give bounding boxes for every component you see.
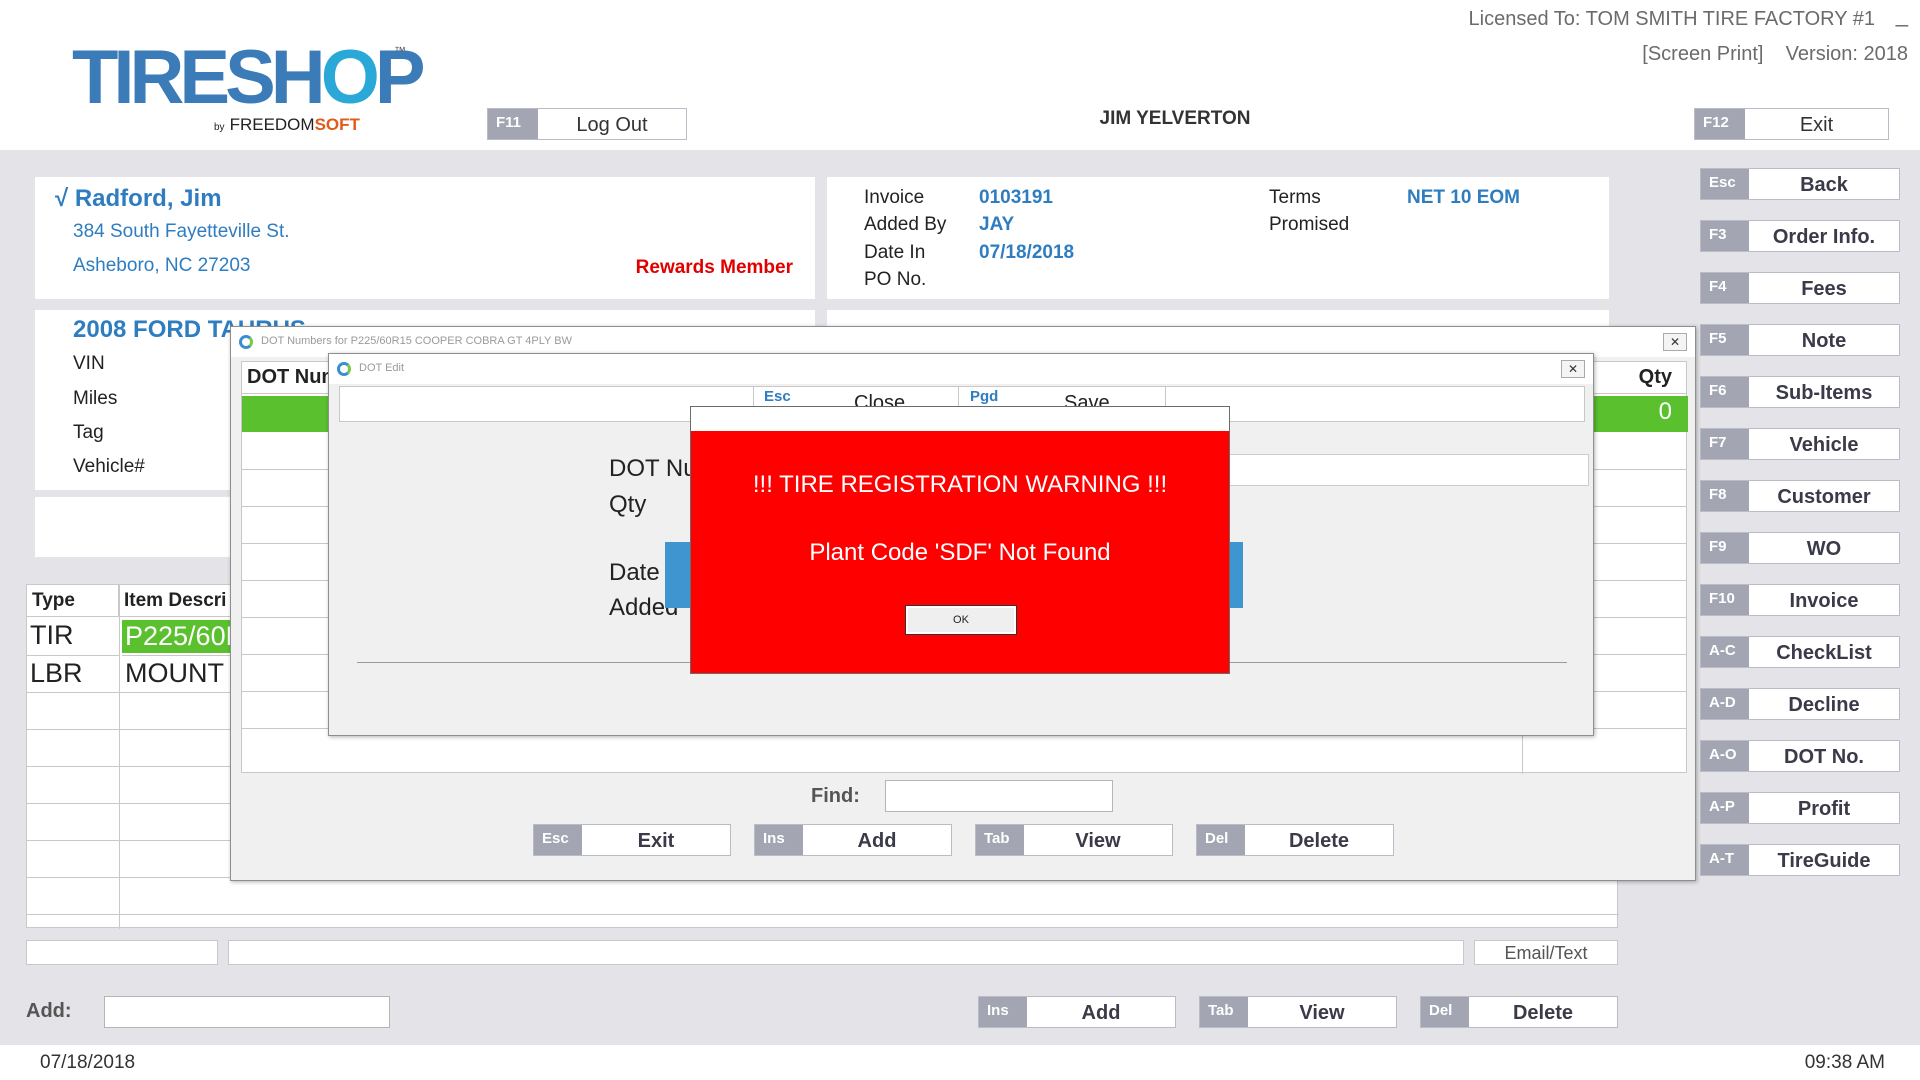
add-label: Add:: [26, 1000, 72, 1022]
table-row-type[interactable]: LBR: [27, 655, 119, 692]
sidebar-item-dot-no[interactable]: A-O DOT No.: [1700, 740, 1900, 772]
sidebar-item-tireguide[interactable]: A-T TireGuide: [1700, 844, 1900, 876]
tireshop-logo: TIRESHOP ™ by FREEDOMSOFT: [72, 35, 425, 135]
warning-titlebar[interactable]: [691, 407, 1229, 431]
sidebar-item-vehicle[interactable]: F7 Vehicle: [1700, 428, 1900, 460]
dot-delete-button[interactable]: Del Delete: [1196, 824, 1394, 856]
version-info: [Screen Print] Version: 2018: [1642, 43, 1908, 66]
sidebar-item-sub-items[interactable]: F6 Sub-Items: [1700, 376, 1900, 408]
summary-field-left: [26, 940, 218, 965]
added-by-value: JAY: [979, 214, 1015, 235]
sidebar-item-profit[interactable]: A-P Profit: [1700, 792, 1900, 824]
warning-message: Plant Code 'SDF' Not Found: [809, 539, 1111, 566]
col-header-dot-number[interactable]: DOT Num: [247, 366, 339, 389]
terms-value: NET 10 EOM: [1407, 187, 1520, 208]
view-item-button[interactable]: Tab View: [1199, 996, 1397, 1028]
rewards-badge: Rewards Member: [635, 257, 793, 278]
email-text-button[interactable]: Email/Text: [1474, 940, 1618, 965]
date-picker-edge: [1229, 542, 1243, 608]
summary-field-middle: [228, 940, 1464, 965]
vin-label: VIN: [73, 353, 105, 374]
license-text: Licensed To: TOM SMITH TIRE FACTORY #1: [1468, 8, 1875, 30]
screen-print-link[interactable]: [Screen Print]: [1642, 43, 1763, 65]
sidebar-item-back[interactable]: Esc Back: [1700, 168, 1900, 200]
current-user: JIM YELVERTON: [1099, 108, 1251, 129]
tire-registration-warning-dialog: !!! TIRE REGISTRATION WARNING !!! Plant …: [690, 406, 1230, 674]
terms-label: Terms: [1269, 187, 1321, 208]
invoice-label: Invoice: [864, 187, 925, 208]
promised-label: Promised: [1269, 214, 1350, 235]
dot-number-label: DOT Nu: [609, 455, 697, 482]
close-icon[interactable]: ✕: [1663, 333, 1687, 351]
date-in-label: Date In: [864, 242, 926, 263]
vehicle-number-label: Vehicle#: [73, 456, 145, 477]
dot-edit-titlebar[interactable]: DOT Edit ✕: [329, 354, 1593, 384]
invoice-panel: Invoice 0103191 Added By JAY Date In 07/…: [827, 177, 1609, 299]
customer-address2: Asheboro, NC 27203: [73, 255, 251, 276]
status-time: 09:38 AM: [1804, 1052, 1885, 1073]
sidebar-item-checklist[interactable]: A-C CheckList: [1700, 636, 1900, 668]
customer-address1: 384 South Fayetteville St.: [73, 221, 290, 242]
miles-label: Miles: [73, 388, 118, 409]
date-label: Date: [609, 559, 660, 586]
sidebar-item-wo[interactable]: F9 WO: [1700, 532, 1900, 564]
po-label: PO No.: [864, 269, 927, 290]
app-icon: [337, 362, 351, 376]
table-row-qty: 0: [1658, 398, 1672, 425]
delete-item-button[interactable]: Del Delete: [1420, 996, 1618, 1028]
sidebar-item-decline[interactable]: A-D Decline: [1700, 688, 1900, 720]
find-input[interactable]: [885, 780, 1113, 812]
sidebar-item-fees[interactable]: F4 Fees: [1700, 272, 1900, 304]
sidebar-item-customer[interactable]: F8 Customer: [1700, 480, 1900, 512]
dot-add-button[interactable]: Ins Add: [754, 824, 952, 856]
sidebar-item-note[interactable]: F5 Note: [1700, 324, 1900, 356]
status-date: 07/18/2018: [40, 1052, 136, 1073]
customer-panel: √ Radford, Jim 384 South Fayetteville St…: [35, 177, 815, 299]
dot-exit-button[interactable]: Esc Exit: [533, 824, 731, 856]
added-by-label: Added By: [864, 214, 947, 235]
add-item-input[interactable]: [104, 996, 390, 1028]
sidebar-item-invoice[interactable]: F10 Invoice: [1700, 584, 1900, 616]
close-icon[interactable]: ✕: [1561, 360, 1585, 378]
date-in-value: 07/18/2018: [979, 242, 1075, 263]
dot-number-input[interactable]: [1229, 454, 1589, 486]
find-label: Find:: [811, 785, 860, 807]
col-header-type[interactable]: Type: [27, 585, 119, 617]
warning-title: !!! TIRE REGISTRATION WARNING !!!: [752, 471, 1168, 498]
tag-label: Tag: [73, 422, 104, 443]
qty-label: Qty: [609, 491, 647, 518]
customer-name[interactable]: √ Radford, Jim: [55, 185, 222, 213]
invoice-number: 0103191: [979, 187, 1053, 208]
exit-button[interactable]: F12 Exit: [1694, 108, 1889, 140]
sidebar-item-order-info[interactable]: F3 Order Info.: [1700, 220, 1900, 252]
minimize-button[interactable]: _: [1896, 2, 1908, 28]
ok-button[interactable]: OK: [905, 605, 1017, 635]
logout-button[interactable]: F11 Log Out: [487, 108, 687, 140]
app-icon: [239, 335, 253, 349]
col-header-qty[interactable]: Qty: [1639, 366, 1672, 389]
table-row-type[interactable]: TIR: [27, 618, 119, 655]
status-bar: [0, 1045, 1920, 1080]
dot-view-button[interactable]: Tab View: [975, 824, 1173, 856]
version-text: Version: 2018: [1785, 43, 1908, 65]
add-item-button[interactable]: Ins Add: [978, 996, 1176, 1028]
